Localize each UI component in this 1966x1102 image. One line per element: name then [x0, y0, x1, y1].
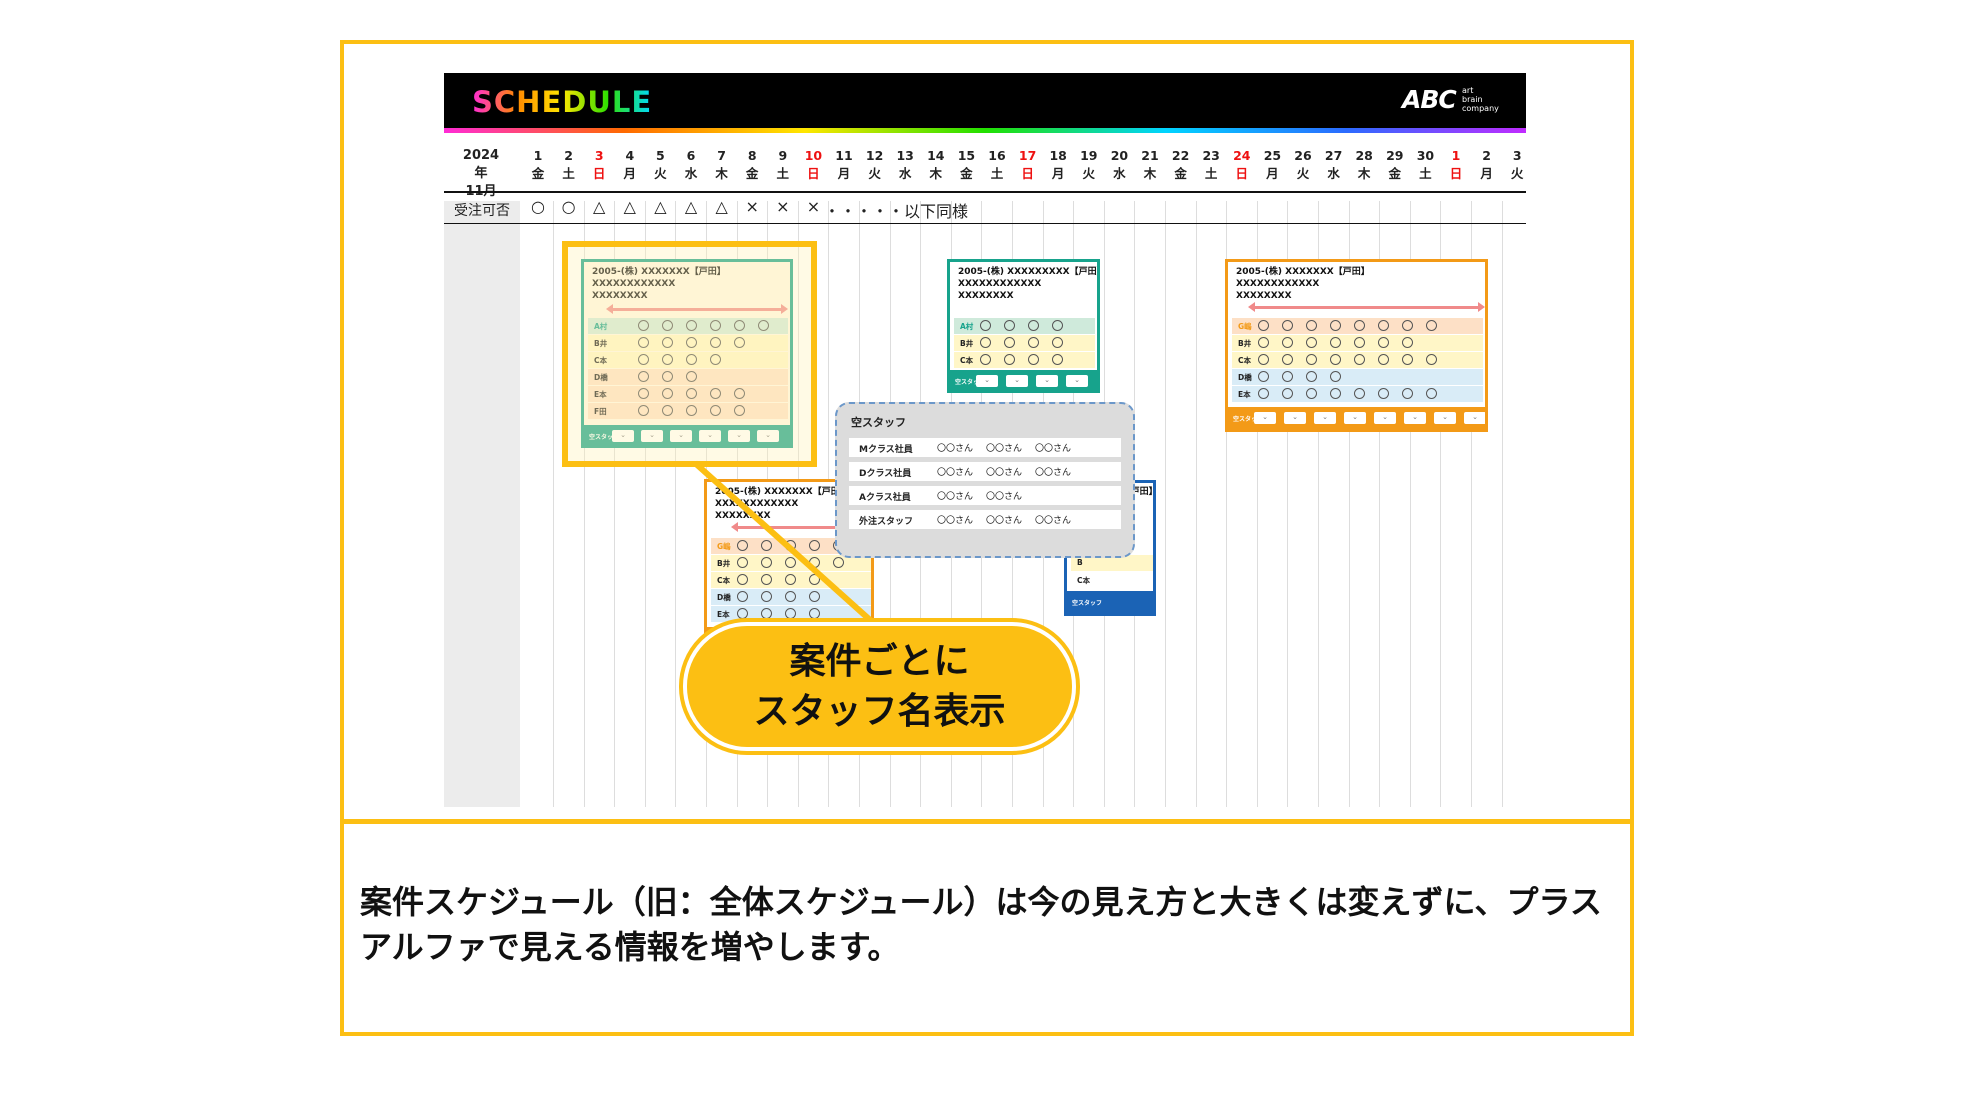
description-text: 案件スケジュール（旧：全体スケジュール）は今の見え方と大きくは変えずに、プラスア…: [360, 883, 1602, 966]
free-staff-row: 外注スタッフ 〇〇さん 〇〇さん 〇〇さん: [849, 510, 1121, 529]
staff-name: 〇〇さん: [1035, 444, 1072, 454]
free-staff-row: Mクラス社員 〇〇さん 〇〇さん 〇〇さん: [849, 438, 1121, 457]
free-staff-popup: 空スタッフ Mクラス社員 〇〇さん 〇〇さん 〇〇さん Dクラス社員 〇〇さん 〇〇さん 〇〇…: [835, 402, 1135, 558]
staff-name: 〇〇さん: [986, 492, 1023, 502]
staff-class-label: Aクラス社員: [859, 493, 911, 503]
staff-name: 〇〇さん: [937, 492, 974, 502]
staff-name: 〇〇さん: [986, 516, 1023, 526]
staff-class-label: 外注スタッフ: [859, 517, 914, 527]
staff-name: 〇〇さん: [937, 516, 974, 526]
callout-bubble: 案件ごとに スタッフ名表示: [679, 618, 1080, 755]
staff-class-label: Dクラス社員: [859, 469, 912, 479]
callout-line-1: 案件ごとに: [789, 640, 970, 682]
popup-title: 空スタッフ: [851, 416, 906, 429]
staff-name: 〇〇さん: [986, 468, 1023, 478]
staff-class-label: Mクラス社員: [859, 445, 913, 455]
staff-name: 〇〇さん: [937, 444, 974, 454]
free-staff-row: Aクラス社員 〇〇さん 〇〇さん: [849, 486, 1121, 505]
staff-name: 〇〇さん: [937, 468, 974, 478]
free-staff-row: Dクラス社員 〇〇さん 〇〇さん 〇〇さん: [849, 462, 1121, 481]
staff-name: 〇〇さん: [1035, 516, 1072, 526]
staff-name: 〇〇さん: [986, 444, 1023, 454]
callout-line-2: スタッフ名表示: [753, 690, 1006, 732]
staff-name: 〇〇さん: [1035, 468, 1072, 478]
